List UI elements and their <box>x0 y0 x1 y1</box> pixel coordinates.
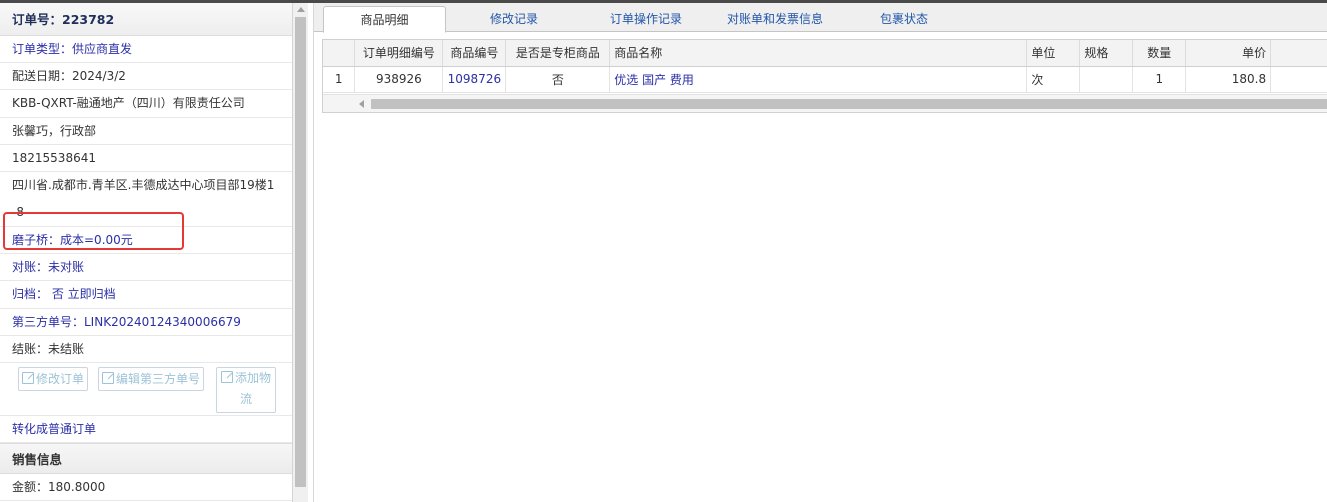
left-panel-scrollbar[interactable] <box>293 3 308 502</box>
sales-info-section-title: 销售信息 <box>0 443 292 475</box>
reconciliation-status: 对账：未对账 <box>0 254 292 282</box>
scroll-left-arrow-icon[interactable] <box>359 100 364 108</box>
cell-unit-price: 180.8 <box>1185 66 1272 93</box>
table-header-row: 订单明细编号 商品编号 是否是专柜商品 商品名称 单位 规格 数量 单价 <box>323 40 1327 67</box>
scrollbar-thumb[interactable] <box>371 99 1327 109</box>
product-table: 订单明细编号 商品编号 是否是专柜商品 商品名称 单位 规格 数量 单价 1 9… <box>323 40 1327 93</box>
col-header-detail-id[interactable]: 订单明细编号 <box>354 40 444 67</box>
col-header-unit-price[interactable]: 单价 <box>1185 40 1272 67</box>
settlement-status: 结账：未结账 <box>0 336 292 363</box>
tab-order-operation-log[interactable]: 订单操作记录 <box>586 6 706 32</box>
col-header-product-name[interactable]: 商品名称 <box>609 40 1028 67</box>
company-name: KBB-QXRT-融通地产（四川）有限责任公司 <box>0 90 292 118</box>
tab-edit-history[interactable]: 修改记录 <box>454 6 574 32</box>
delivery-address: 四川省.成都市.青羊区.丰德成达中心项目部19楼1-8 <box>0 172 292 227</box>
edit-icon <box>102 371 114 384</box>
add-logistics-button[interactable]: 添加物流 <box>216 366 276 413</box>
col-header-index <box>323 40 356 67</box>
scrollbar-thumb[interactable] <box>295 17 306 487</box>
detail-area: 商品明细 修改记录 订单操作记录 对账单和发票信息 包裹状态 订单明细编号 商品… <box>313 3 1327 502</box>
edit-icon <box>220 370 233 383</box>
col-header-spec[interactable]: 规格 <box>1079 40 1134 67</box>
order-info-panel: 订单号：223782 订单类型：供应商直发 配送日期：2024/3/2 KBB-… <box>0 3 293 502</box>
tab-bar: 商品明细 修改记录 订单操作记录 对账单和发票信息 包裹状态 <box>314 3 1327 33</box>
col-header-counter-product[interactable]: 是否是专柜商品 <box>505 40 611 67</box>
tab-statement-invoice[interactable]: 对账单和发票信息 <box>714 6 836 32</box>
tab-product-details[interactable]: 商品明细 <box>323 6 446 33</box>
tab-package-status[interactable]: 包裹状态 <box>844 6 964 32</box>
grid-horizontal-scrollbar[interactable] <box>323 94 1327 112</box>
col-header-quantity[interactable]: 数量 <box>1132 40 1187 67</box>
cell-spec <box>1079 66 1134 93</box>
edit-icon <box>22 371 34 384</box>
phone-number: 18215538641 <box>0 145 292 172</box>
cell-extra <box>1270 66 1327 93</box>
order-number-title: 订单号：223782 <box>0 3 292 36</box>
cell-index: 1 <box>323 66 356 93</box>
third-party-order-number: 第三方单号：LINK20240124340006679 <box>0 309 292 336</box>
convert-to-normal-order-link[interactable]: 转化成普通订单 <box>0 416 292 444</box>
table-row[interactable]: 1 938926 1098726 否 优选 国产 费用 次 1 180.8 <box>323 66 1327 93</box>
col-header-product-id[interactable]: 商品编号 <box>442 40 507 67</box>
cost-info: 磨子桥：成本=0.00元 <box>0 227 292 255</box>
delivery-date: 配送日期：2024/3/2 <box>0 63 292 91</box>
amount: 金额：180.8000 <box>0 474 292 502</box>
order-actions: 修改订单 编辑第三方单号 添加物流 <box>0 363 292 416</box>
scroll-up-arrow-icon[interactable] <box>297 7 305 12</box>
cell-detail-id: 938926 <box>354 66 444 93</box>
edit-order-button[interactable]: 修改订单 <box>18 366 89 391</box>
col-header-unit[interactable]: 单位 <box>1026 40 1081 67</box>
col-header-extra <box>1270 40 1327 67</box>
contact-person: 张馨巧，行政部 <box>0 118 292 145</box>
cell-quantity: 1 <box>1132 66 1187 93</box>
product-grid: 订单明细编号 商品编号 是否是专柜商品 商品名称 单位 规格 数量 单价 1 9… <box>322 39 1327 113</box>
cell-product-name[interactable]: 优选 国产 费用 <box>609 66 1028 93</box>
order-type: 订单类型：供应商直发 <box>0 36 292 64</box>
cell-product-id[interactable]: 1098726 <box>442 66 507 93</box>
archive-status[interactable]: 归档： 否 立即归档 <box>0 281 292 309</box>
edit-third-party-number-button[interactable]: 编辑第三方单号 <box>98 366 205 391</box>
cell-unit: 次 <box>1026 66 1081 93</box>
cell-counter-product: 否 <box>505 66 611 93</box>
